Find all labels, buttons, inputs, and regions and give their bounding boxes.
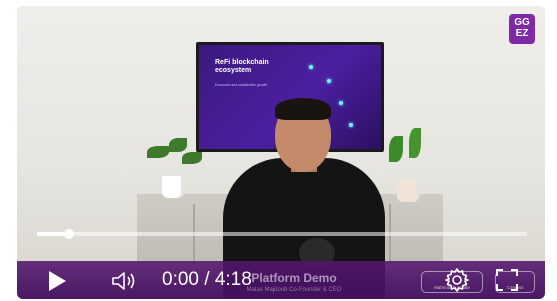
current-time: 0:00: [162, 269, 199, 290]
plant-leaf: [147, 146, 169, 158]
control-bar: Platform Demo Matas Majdoub Co-Founder &…: [17, 261, 545, 299]
presenter-hair: [275, 98, 331, 120]
plant-leaf: [389, 136, 403, 162]
plant-pot: [397, 180, 419, 202]
screen-title: ReFi blockchain ecosystem: [215, 59, 269, 74]
settings-button[interactable]: [443, 265, 471, 295]
screen-dot: [349, 123, 353, 127]
fullscreen-button[interactable]: [493, 265, 521, 295]
channel-logo: GG EZ: [509, 14, 535, 44]
screen-dot: [339, 101, 343, 105]
screen-dot: [327, 79, 331, 83]
play-button[interactable]: [45, 269, 69, 293]
fullscreen-icon: [496, 269, 518, 291]
volume-button[interactable]: [109, 269, 139, 293]
video-player[interactable]: ReFi blockchain ecosystem Economic and s…: [17, 6, 545, 299]
duration: 4:18: [214, 269, 252, 290]
volume-icon: [112, 272, 135, 290]
progress-knob[interactable]: [63, 229, 74, 239]
screen-dot: [309, 65, 313, 69]
time-separator: /: [198, 269, 215, 290]
play-icon: [49, 271, 66, 291]
time-display: 0:00 / 4:18: [162, 266, 252, 294]
plant-leaf: [182, 152, 202, 164]
plant-pot: [162, 176, 184, 198]
plant-leaf: [409, 128, 421, 158]
progress-bar[interactable]: [37, 229, 527, 239]
plant-leaf: [169, 138, 187, 152]
screen-subtitle: Economic and sustainable growth: [215, 83, 268, 87]
gear-icon: [445, 268, 469, 292]
